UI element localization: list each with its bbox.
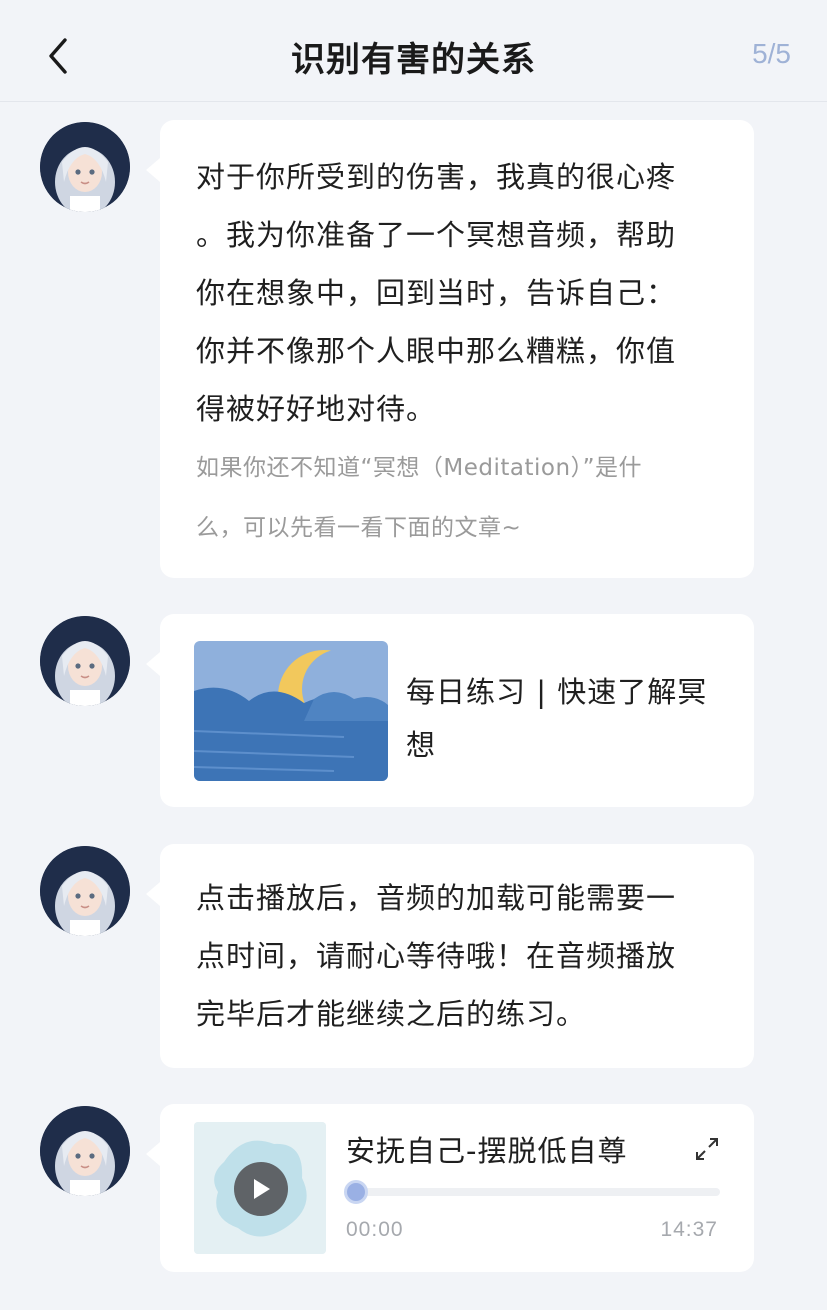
text-line: 得被好好地对待。 xyxy=(196,392,437,426)
assistant-avatar xyxy=(40,846,130,936)
text-line: 想 xyxy=(406,728,437,762)
message-bubble-intro: 对于你所受到的伤害，我真的很心疼 。我为你准备了一个冥想音频，帮助 你在想象中，… xyxy=(146,120,754,578)
loading-note-text: 点击播放后，音频的加载可能需要一 点时间，请耐心等待哦！在音频播放 完毕后才能继… xyxy=(196,869,718,1043)
text-line: 每日练习 | 快速了解冥 xyxy=(406,675,708,709)
article-title[interactable]: 每日练习 | 快速了解冥 想 xyxy=(406,666,726,772)
text-line: 完毕后才能继续之后的练习。 xyxy=(196,997,587,1031)
text-line: 你并不像那个人眼中那么糟糕，你值 xyxy=(196,334,677,368)
text-line: 点时间，请耐心等待哦！在音频播放 xyxy=(196,939,677,973)
text-line: 对于你所受到的伤害，我真的很心疼 xyxy=(196,160,677,194)
text-line: 点击播放后，音频的加载可能需要一 xyxy=(196,881,677,915)
text-line: 你在想象中，回到当时，告诉自己： xyxy=(196,276,677,310)
expand-button[interactable] xyxy=(694,1136,720,1162)
assistant-avatar xyxy=(40,122,130,212)
message-bubble-loading-note: 点击播放后，音频的加载可能需要一 点时间，请耐心等待哦！在音频播放 完毕后才能继… xyxy=(146,844,754,1068)
top-bar: 识别有害的关系 5/5 xyxy=(0,0,827,102)
audio-player-card: 安抚自己-摆脱低自尊 00:00 14:37 xyxy=(146,1104,754,1272)
hint-text: 如果你还不知道“冥想（Meditation）”是什 么，可以先看一看下面的文章~ xyxy=(196,438,718,558)
total-time: 14:37 xyxy=(660,1218,718,1241)
page-title: 识别有害的关系 xyxy=(291,40,536,80)
expand-icon xyxy=(696,1138,718,1160)
page-counter: 5/5 xyxy=(752,38,791,69)
play-button[interactable] xyxy=(234,1162,288,1216)
article-thumbnail xyxy=(194,641,388,781)
text-line: 么，可以先看一看下面的文章~ xyxy=(196,515,522,541)
current-time: 00:00 xyxy=(346,1218,404,1241)
audio-progress-knob[interactable] xyxy=(344,1180,368,1204)
audio-cover xyxy=(194,1122,326,1254)
assistant-avatar xyxy=(40,1106,130,1196)
text-line: 如果你还不知道“冥想（Meditation）”是什 xyxy=(196,455,642,481)
play-icon xyxy=(254,1179,270,1199)
audio-title: 安抚自己-摆脱低自尊 xyxy=(346,1134,628,1168)
article-card[interactable]: 每日练习 | 快速了解冥 想 xyxy=(146,614,754,807)
assistant-avatar xyxy=(40,616,130,706)
audio-progress-track[interactable] xyxy=(344,1180,720,1204)
intro-text: 对于你所受到的伤害，我真的很心疼 。我为你准备了一个冥想音频，帮助 你在想象中，… xyxy=(196,148,718,438)
text-line: 。我为你准备了一个冥想音频，帮助 xyxy=(196,218,677,252)
